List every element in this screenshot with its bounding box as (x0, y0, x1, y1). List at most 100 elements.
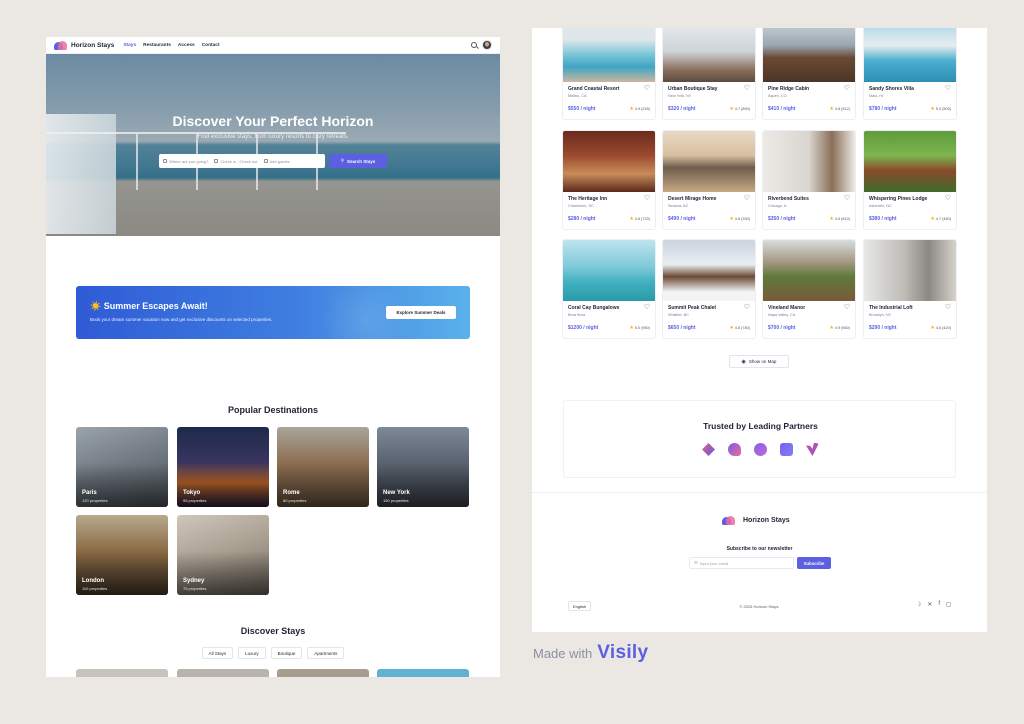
stay-name: Desert Mirage Home (668, 196, 717, 202)
dates-field[interactable]: Check in - Check out (214, 159, 258, 164)
heart-icon[interactable]: ♡ (744, 194, 750, 202)
nav-link-access[interactable]: Access (178, 43, 195, 48)
destination-card-london[interactable]: London 110 properties (76, 515, 168, 595)
partner-logo-icon (780, 443, 793, 456)
avatar[interactable] (482, 40, 492, 50)
logo-icon[interactable] (54, 40, 67, 50)
partner-logos (564, 443, 957, 456)
brand-name[interactable]: Horizon Stays (71, 42, 114, 49)
facebook-icon[interactable]: f (938, 601, 940, 608)
destination-name: Tokyo (183, 490, 201, 496)
heart-icon[interactable]: ♡ (945, 84, 951, 92)
stay-card[interactable]: Coral Cay Bungalows Bora Bora $1200 / ni… (562, 239, 656, 339)
destination-card-rome[interactable]: Rome 80 properties (277, 427, 369, 507)
email-field[interactable]: ✉ Input your email (689, 557, 794, 569)
stay-card[interactable]: Pine Ridge Cabin Aspen, CO $410 / night … (762, 28, 856, 120)
heart-icon[interactable]: ♡ (844, 303, 850, 311)
stay-image (563, 240, 655, 301)
partner-logo-icon (754, 443, 767, 456)
stay-card[interactable]: Riverbend Suites Chicago, IL $350 / nigh… (762, 130, 856, 230)
stay-price: $1200 / night (568, 325, 599, 331)
destination-card-tokyo[interactable]: Tokyo 95 properties (177, 427, 269, 507)
star-icon: ★ (729, 216, 734, 222)
stay-image (864, 28, 956, 82)
stay-location: Aspen, CO (768, 94, 787, 98)
show-on-map-button[interactable]: ◉ Show on Map (729, 355, 789, 368)
heart-icon[interactable]: ♡ (744, 84, 750, 92)
show-on-map-label: Show on Map (748, 359, 777, 364)
heart-icon[interactable]: ♡ (744, 303, 750, 311)
destination-card-sydney[interactable]: Sydney 75 properties (177, 515, 269, 595)
x-icon[interactable]: ✕ (927, 601, 932, 608)
stay-card[interactable]: Sandy Shores Villa Maui, HI $780 / night… (863, 28, 957, 120)
rating-value: 4.7 (480) (935, 217, 951, 221)
search-stays-button[interactable]: ⚲ Search Stays (329, 154, 387, 168)
filter-all-stays[interactable]: All Stays (201, 647, 234, 659)
search-icon[interactable] (471, 42, 477, 48)
stay-name: Summit Peak Chalet (668, 305, 717, 311)
stay-card[interactable]: Desert Mirage Home Sedona, AZ $490 / nig… (662, 130, 756, 230)
stay-image (563, 28, 655, 82)
stay-rating: ★ 4.9 (245) (629, 106, 650, 112)
rating-value: 4.8 (512) (834, 107, 850, 111)
filter-apartments[interactable]: Apartments (307, 647, 345, 659)
hero-subtitle: Find exclusive stays, from luxury resort… (197, 134, 349, 140)
stay-card[interactable]: Summit Peak Chalet Whistler, BC $650 / n… (662, 239, 756, 339)
stay-image (663, 131, 755, 192)
heart-icon[interactable]: ♡ (844, 194, 850, 202)
stay-name: Coral Cay Bungalows (568, 305, 620, 311)
popular-destinations-title: Popular Destinations (227, 405, 318, 415)
partners-section: Trusted by Leading Partners (563, 400, 956, 478)
stay-card[interactable]: The Industrial Loft Brooklyn, NY $290 / … (863, 239, 957, 339)
filter-luxury[interactable]: Luxury (238, 647, 266, 659)
destination-name: Sydney (183, 578, 205, 584)
destination-card-new-york[interactable]: New York 150 properties (377, 427, 469, 507)
stay-name: Grand Coastal Resort (568, 86, 620, 92)
heart-icon[interactable]: ♡ (945, 303, 951, 311)
newsletter-title: Subscribe to our newsletter (726, 546, 793, 552)
map-pin-icon: ◉ (741, 358, 746, 365)
heart-icon[interactable]: ♡ (945, 194, 951, 202)
visily-logo: Visily (597, 642, 649, 663)
destination-count: 95 properties (183, 498, 207, 503)
explore-summer-deals-button[interactable]: Explore Summer Deals (386, 306, 456, 319)
stay-location: Napa Valley, CA (768, 313, 796, 317)
guests-field[interactable]: Add guests (263, 158, 290, 164)
destination-field[interactable]: Where are you going? (163, 159, 208, 164)
guests-placeholder: Add guests (269, 158, 290, 164)
nav-link-restaurants[interactable]: Restaurants (143, 43, 171, 48)
stay-card[interactable]: Whispering Pines Lodge Asheville, NC $38… (863, 130, 957, 230)
newsletter-form: ✉ Input your email Subscribe (689, 557, 831, 569)
destination-card-paris[interactable]: Paris 120 properties (76, 427, 168, 507)
nav-link-contact[interactable]: Contact (202, 43, 220, 48)
filter-boutique[interactable]: Boutique (270, 647, 303, 659)
stay-card[interactable]: Urban Boutique Stay New York, NY $320 / … (662, 28, 756, 120)
stay-name: Vineland Manor (768, 305, 806, 311)
star-icon: ★ (829, 325, 834, 331)
rating-value: 5.0 (950) (634, 326, 650, 330)
star-icon: ★ (729, 106, 734, 112)
hero-section: Discover Your Perfect Horizon Find exclu… (46, 54, 500, 236)
heart-icon[interactable]: ♡ (844, 84, 850, 92)
stay-rating: ★ 5.0 (950) (629, 325, 650, 331)
stay-card[interactable]: Vineland Manor Napa Valley, CA $700 / ni… (762, 239, 856, 339)
heart-icon[interactable]: ♡ (644, 84, 650, 92)
footer-brand-name: Horizon Stays (743, 517, 790, 524)
star-icon: ★ (729, 325, 734, 331)
stay-card-preview (277, 669, 369, 677)
stay-rating: ★ 5.0 (500) (930, 106, 951, 112)
instagram-icon[interactable]: ◻ (946, 601, 951, 608)
subscribe-button[interactable]: Subscribe (797, 557, 831, 569)
destination-count: 120 properties (82, 498, 108, 503)
discover-stays-title: Discover Stays (240, 626, 306, 636)
stay-price: $280 / night (568, 216, 596, 222)
stay-price: $700 / night (768, 325, 796, 331)
heart-icon[interactable]: ♡ (644, 194, 650, 202)
stay-price: $550 / night (568, 106, 596, 112)
stay-card[interactable]: Grand Coastal Resort Malibu, CA $550 / n… (562, 28, 656, 120)
nav-link-stays[interactable]: Stays (123, 43, 136, 48)
threads-icon[interactable]: ☽ (916, 601, 921, 608)
heart-icon[interactable]: ♡ (644, 303, 650, 311)
stay-rating: ★ 4.6 (720) (629, 216, 650, 222)
stay-card[interactable]: The Heritage Inn Charleston, SC $280 / n… (562, 130, 656, 230)
